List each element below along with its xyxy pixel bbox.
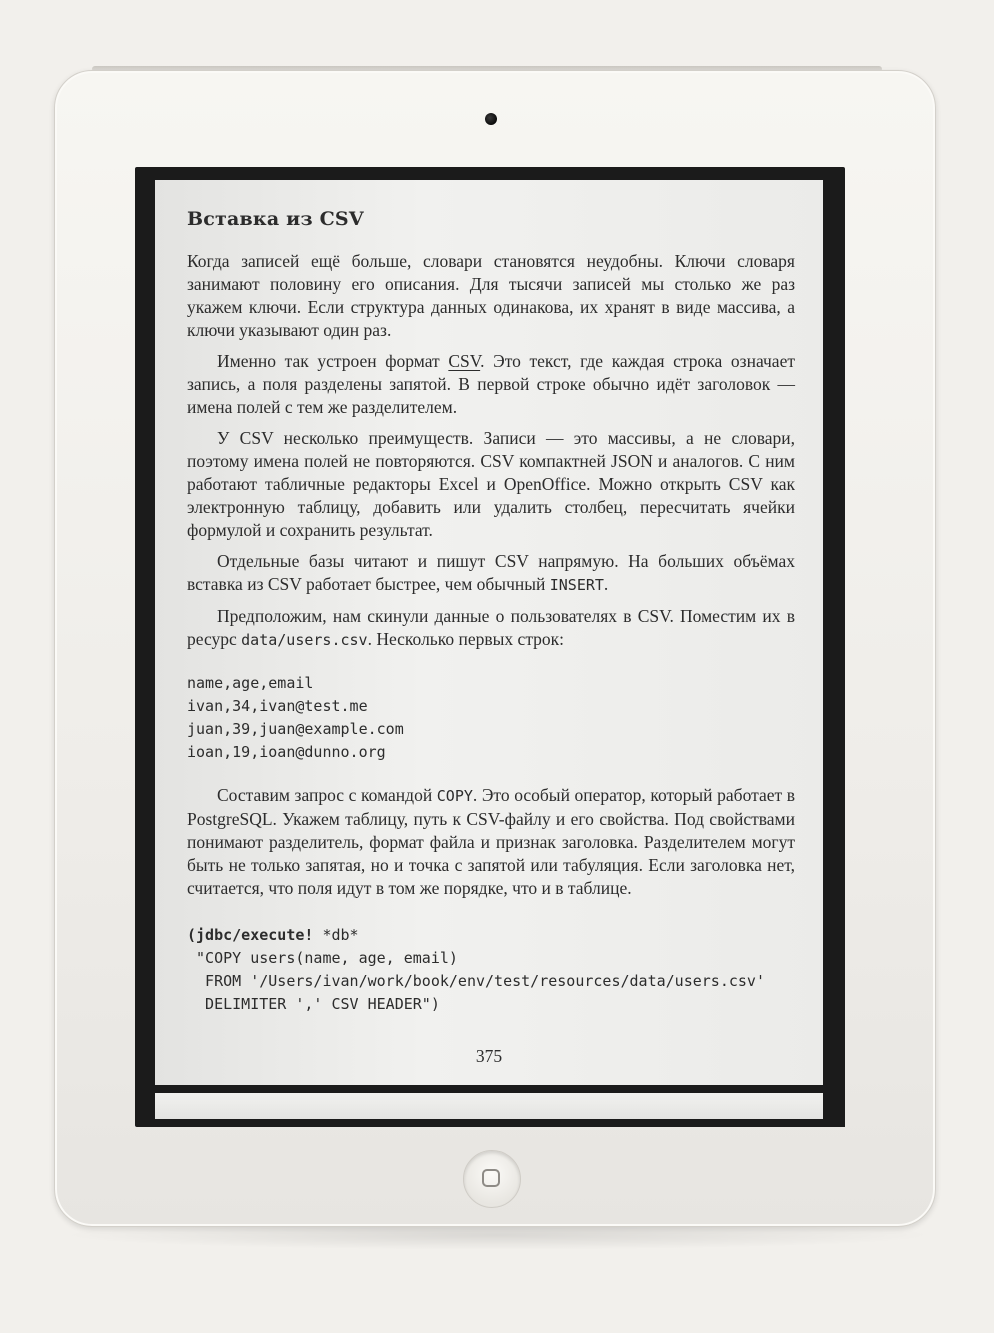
csv-line-2: ivan,34,ivan@test.me [187, 697, 368, 715]
code-line-2: "COPY users(name, age, email) [187, 947, 795, 970]
paragraph-1: Когда записей ещё больше, словари станов… [187, 250, 795, 342]
page-bottom-strip [155, 1093, 823, 1119]
section-heading: Вставка из CSV [187, 208, 364, 230]
page-number: 375 [475, 1046, 503, 1066]
screen-right-rim [823, 180, 845, 1127]
code-line-3-rest: FROM '/Users/ivan/work/book/env/test/res… [187, 972, 765, 990]
copy-keyword: COPY [436, 787, 473, 805]
csv-sample-block: name,age,email ivan,34,ivan@test.me juan,3… [187, 672, 795, 764]
code-line-3: FROM '/Users/ivan/work/book/env/test/res… [187, 970, 795, 993]
sql-code-block: (jdbc/execute! *db* "COPY users(name, ag… [187, 924, 795, 1016]
code-line-1-bold: (jdbc/execute! [187, 926, 314, 944]
copy-paragraph-before: Составим запрос с командой [217, 785, 437, 805]
front-camera [485, 113, 497, 125]
paragraph-1-text: Когда записей ещё больше, словари станов… [187, 251, 795, 340]
paragraph-3-text: У CSV несколько преимуществ. Записи — эт… [187, 428, 795, 540]
code-line-1: (jdbc/execute! *db* [187, 924, 795, 947]
home-square-icon [482, 1169, 500, 1187]
home-button[interactable] [463, 1150, 521, 1208]
csv-glossary-link[interactable]: CSV [448, 351, 480, 371]
paragraph-2-before: Именно так устроен формат [217, 351, 449, 371]
csv-line-3: juan,39,juan@example.com [187, 720, 404, 738]
paragraph-4-before: Отдельные базы читают и пишут CSV напрям… [187, 551, 795, 594]
csv-line-1: name,age,email [187, 674, 314, 692]
paragraph-4-after: . [603, 574, 609, 594]
users-csv-path: data/users.csv [241, 631, 368, 649]
paragraph-4: Отдельные базы читают и пишут CSV напрям… [187, 550, 795, 597]
copy-paragraph: Составим запрос с командой COPY. Это осо… [187, 784, 795, 900]
code-line-4-rest: DELIMITER ',' CSV HEADER") [187, 995, 440, 1013]
page-content: Вставка из CSV Когда записей ещё больше,… [187, 208, 795, 1036]
code-line-1-rest: *db* [313, 926, 359, 944]
insert-keyword: INSERT [549, 576, 604, 594]
code-line-4: DELIMITER ',' CSV HEADER") [187, 993, 795, 1016]
paragraph-2: Именно так устроен формат CSV. Это текст… [187, 350, 795, 419]
code-line-2-rest: "COPY users(name, age, email) [187, 949, 458, 967]
csv-line-4: ioan,19,ioan@dunno.org [187, 743, 386, 761]
paragraph-5-after: . Несколько первых строк: [367, 629, 565, 649]
book-page[interactable]: Вставка из CSV Когда записей ещё больше,… [155, 180, 823, 1085]
paragraph-5: Предположим, нам скинули данные о пользо… [187, 605, 795, 652]
paragraph-3: У CSV несколько преимуществ. Записи — эт… [187, 427, 795, 542]
